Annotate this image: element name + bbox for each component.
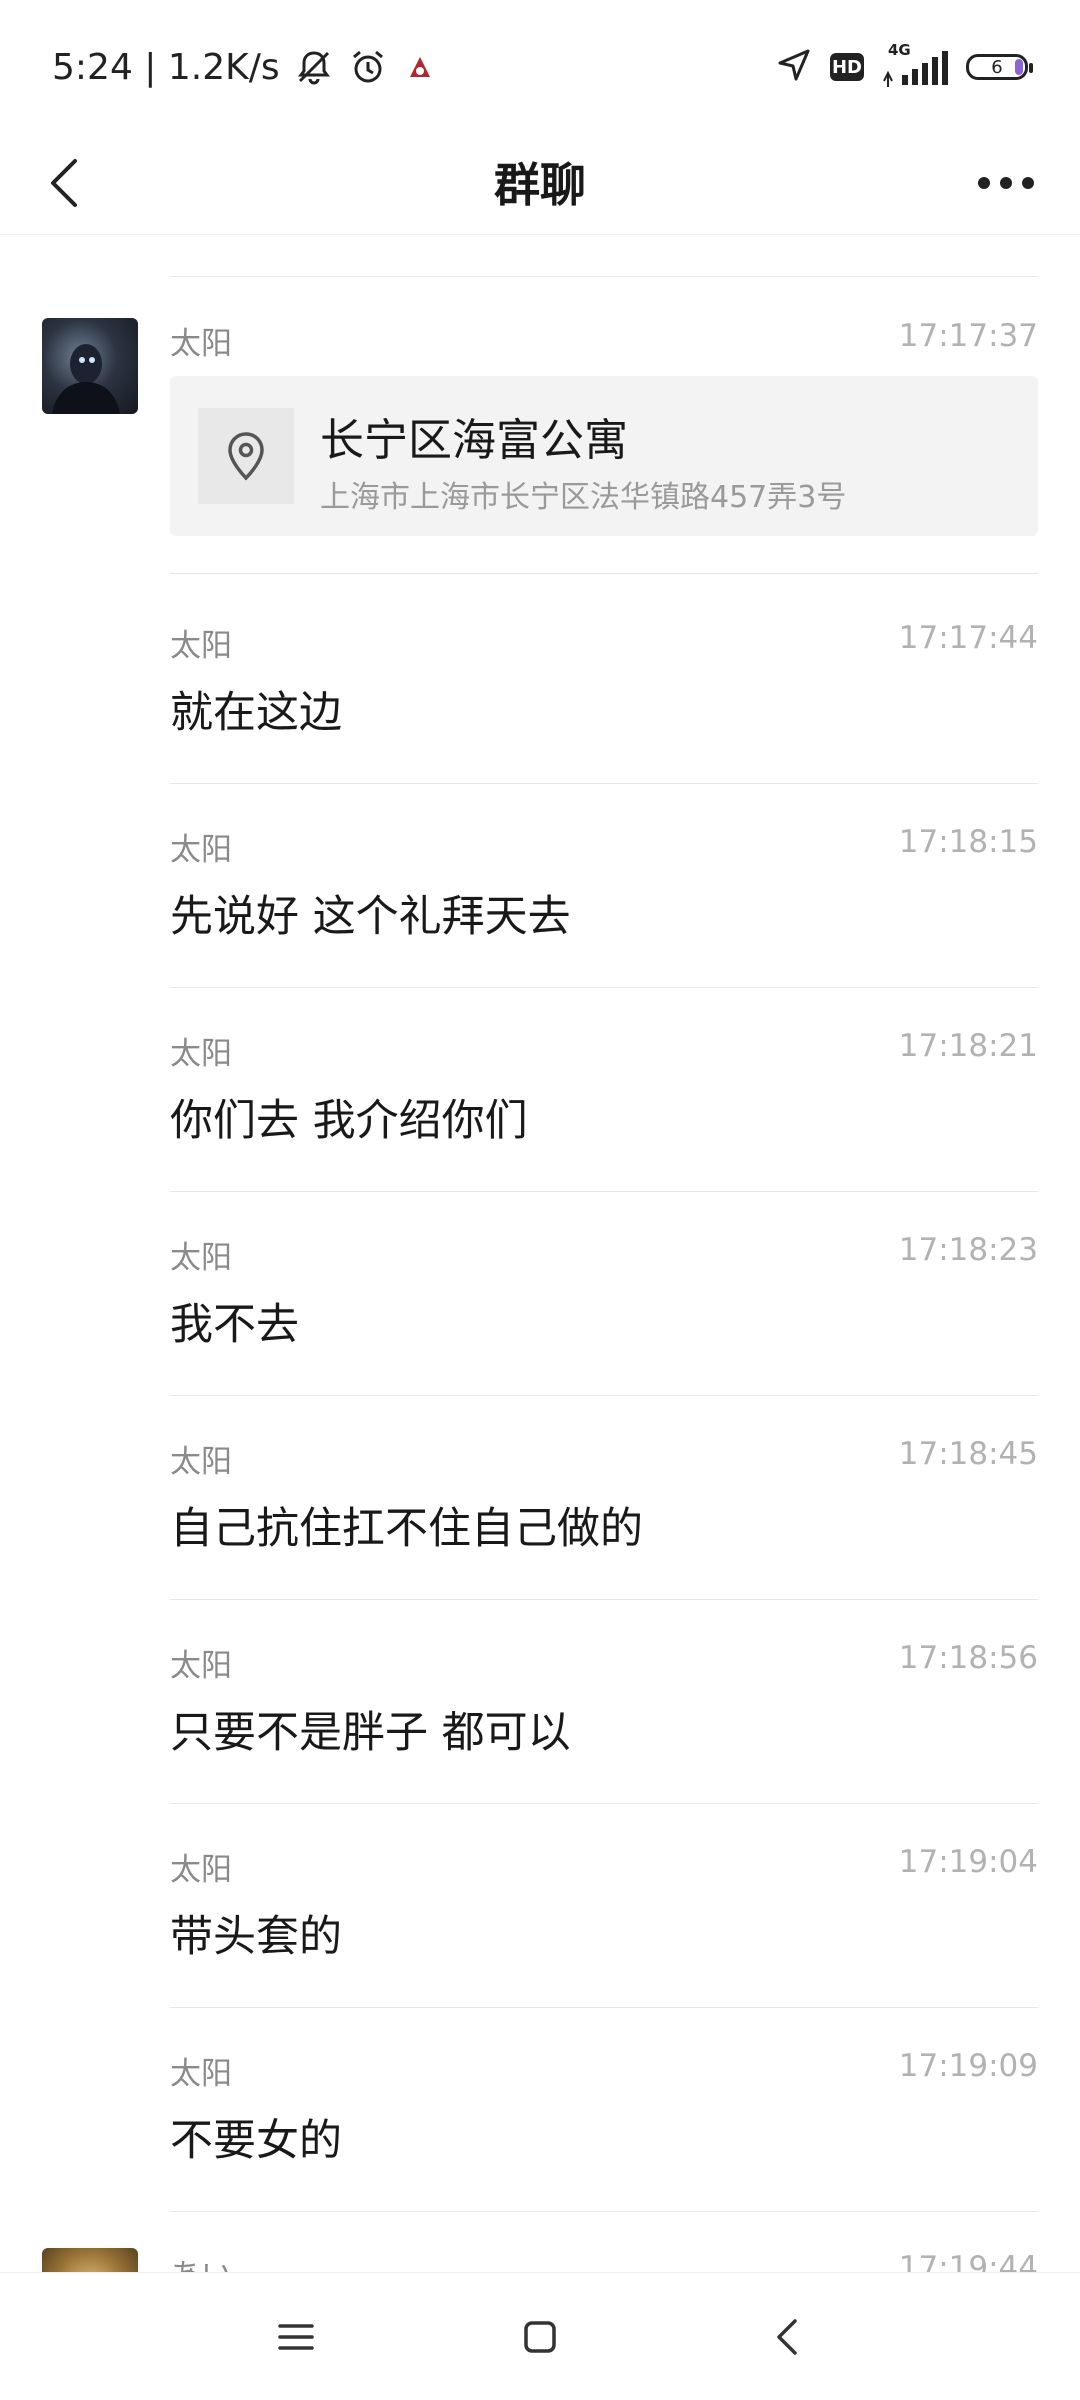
message-text[interactable]: 你们去 我介绍你们 bbox=[170, 1086, 528, 1148]
status-left: 5:24 | 1.2K/s bbox=[52, 40, 438, 94]
message-list[interactable]: 太阳 17:17:37 长宁区海富公寓 上海市上海市长宁区法华镇路457弄3号 … bbox=[0, 236, 1080, 2272]
message-time: 17:18:56 bbox=[898, 1640, 1038, 1676]
message-text[interactable]: 只要不是胖子 都可以 bbox=[170, 1698, 571, 1760]
message-time: 17:19:04 bbox=[898, 1844, 1038, 1880]
message-text[interactable]: 带头套的 bbox=[170, 1902, 342, 1964]
sender-name: 太阳 bbox=[170, 1240, 232, 1276]
battery-fill bbox=[1015, 59, 1023, 75]
battery-tip bbox=[1029, 63, 1033, 73]
menu-icon bbox=[278, 2324, 314, 2350]
chat-header: 群聊 bbox=[0, 130, 1080, 235]
message-time: 17:19:09 bbox=[898, 2048, 1038, 2084]
message-time: 17:18:23 bbox=[898, 1232, 1038, 1268]
message-item: 太阳 17:18:45 自己抗住扛不住自己做的 bbox=[170, 1436, 1038, 1600]
sender-name: 太阳 bbox=[170, 1036, 232, 1072]
message-item: 太阳 17:18:56 只要不是胖子 都可以 bbox=[170, 1640, 1038, 1804]
location-title: 长宁区海富公寓 bbox=[320, 415, 628, 466]
message-item: 太阳 17:18:23 我不去 bbox=[170, 1232, 1038, 1396]
status-bar: 5:24 | 1.2K/s HD 4G 6 bbox=[0, 0, 1080, 130]
location-arrow-icon bbox=[774, 45, 814, 89]
status-time-speed: 5:24 | 1.2K/s bbox=[52, 46, 280, 88]
signal-icon: 4G bbox=[880, 41, 950, 89]
avatar[interactable] bbox=[42, 318, 138, 414]
sender-name: 太阳 bbox=[170, 628, 232, 664]
page-title: 群聊 bbox=[494, 158, 586, 212]
battery-level: 6 bbox=[991, 56, 1003, 78]
message-time: 17:19:44 bbox=[898, 2250, 1038, 2272]
home-square-icon bbox=[524, 2321, 556, 2353]
message-time: 17:18:45 bbox=[898, 1436, 1038, 1472]
navigation-bar bbox=[0, 2272, 1080, 2400]
location-card[interactable]: 长宁区海富公寓 上海市上海市长宁区法华镇路457弄3号 bbox=[170, 376, 1038, 536]
message-time: 17:18:15 bbox=[898, 824, 1038, 860]
app-notification-icon bbox=[402, 49, 438, 85]
message-time: 17:18:21 bbox=[898, 1028, 1038, 1064]
message-text[interactable]: 自己抗住扛不住自己做的 bbox=[170, 1494, 643, 1556]
screen: 5:24 | 1.2K/s HD 4G 6 群聊 太阳 17:17:37 长宁区… bbox=[0, 0, 1080, 2400]
mute-bell-icon bbox=[294, 47, 334, 87]
message-item: 太阳 17:19:09 不要女的 bbox=[170, 2048, 1038, 2212]
divider bbox=[170, 276, 1038, 277]
home-button[interactable] bbox=[508, 2305, 572, 2369]
avatar[interactable] bbox=[42, 2248, 138, 2272]
sender-name: 太阳 bbox=[170, 1852, 232, 1888]
message-text[interactable]: 不要女的 bbox=[170, 2106, 342, 2168]
location-icon-box bbox=[198, 408, 294, 504]
sender-name: 太阳 bbox=[170, 832, 232, 868]
message-item: 太阳 17:19:04 带头套的 bbox=[170, 1844, 1038, 2008]
message-time: 17:17:44 bbox=[898, 620, 1038, 656]
back-triangle-icon bbox=[777, 2319, 797, 2355]
menu-button[interactable] bbox=[264, 2305, 328, 2369]
sender-name: 太阳 bbox=[170, 2056, 232, 2092]
sender-name: 太阳 bbox=[170, 1648, 232, 1684]
back-nav-button[interactable] bbox=[756, 2305, 820, 2369]
message-item: 太阳 17:17:37 长宁区海富公寓 上海市上海市长宁区法华镇路457弄3号 bbox=[170, 318, 1038, 574]
message-item: 太阳 17:17:44 就在这边 bbox=[170, 620, 1038, 784]
message-time: 17:17:37 bbox=[898, 318, 1038, 354]
sender-name: あい bbox=[170, 2250, 232, 2272]
status-right: HD 4G 6 bbox=[774, 40, 1033, 94]
message-text[interactable]: 先说好 这个礼拜天去 bbox=[170, 882, 571, 944]
message-item: 太阳 17:18:21 你们去 我介绍你们 bbox=[170, 1028, 1038, 1192]
message-text[interactable]: 就在这边 bbox=[170, 678, 342, 740]
sender-name: 太阳 bbox=[170, 326, 232, 362]
message-text[interactable]: 我不去 bbox=[170, 1290, 299, 1352]
more-dots-icon bbox=[978, 177, 1034, 189]
battery-icon: 6 bbox=[966, 54, 1033, 80]
location-address: 上海市上海市长宁区法华镇路457弄3号 bbox=[320, 480, 847, 515]
sender-name: 太阳 bbox=[170, 1444, 232, 1480]
message-item: 太阳 17:18:15 先说好 这个礼拜天去 bbox=[170, 824, 1038, 988]
alarm-clock-icon bbox=[348, 47, 388, 87]
location-pin-icon bbox=[228, 432, 264, 481]
more-button[interactable] bbox=[966, 148, 1046, 218]
hd-badge: HD bbox=[830, 53, 864, 81]
